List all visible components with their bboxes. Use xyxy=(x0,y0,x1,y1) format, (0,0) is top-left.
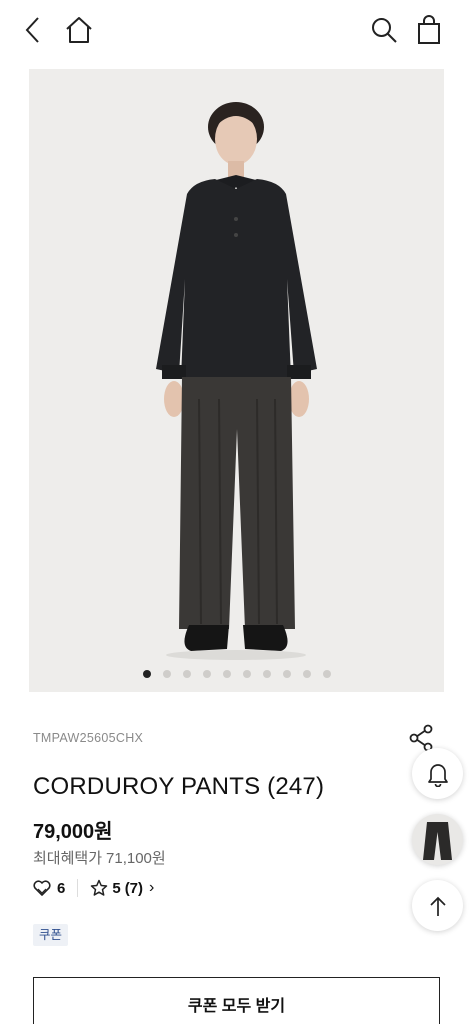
chevron-right-icon: › xyxy=(149,879,155,896)
recent-product-thumbnail[interactable] xyxy=(412,814,463,865)
heart-icon xyxy=(33,880,51,896)
get-all-coupons-button[interactable]: 쿠폰 모두 받기 xyxy=(33,977,440,1024)
arrow-up-icon xyxy=(429,896,446,916)
carousel-pagination xyxy=(29,670,444,678)
product-code: TMPAW25605CHX xyxy=(33,731,144,745)
like-button[interactable]: 6 xyxy=(33,880,65,897)
bell-icon xyxy=(427,763,448,787)
pants-thumbnail-image xyxy=(423,822,452,860)
back-chevron-icon xyxy=(25,17,39,43)
share-icon xyxy=(409,724,433,752)
max-benefit-price: 최대혜택가 71,100원 xyxy=(33,847,166,868)
carousel-dot[interactable] xyxy=(302,670,311,678)
search-icon xyxy=(372,18,397,43)
home-button[interactable] xyxy=(63,14,95,46)
carousel-dot[interactable] xyxy=(222,670,231,678)
cart-button[interactable] xyxy=(413,14,445,46)
scroll-to-top-button[interactable] xyxy=(412,880,463,931)
carousel-dot[interactable] xyxy=(162,670,171,678)
carousel-dot[interactable] xyxy=(242,670,251,678)
carousel-dot[interactable] xyxy=(202,670,211,678)
search-button[interactable] xyxy=(368,14,400,46)
coupon-badge: 쿠폰 xyxy=(33,924,69,946)
product-photo xyxy=(156,102,317,660)
max-benefit-label: 최대혜택가 xyxy=(33,850,103,867)
product-image-carousel[interactable] xyxy=(29,69,444,692)
like-count: 6 xyxy=(57,879,66,897)
carousel-dot[interactable] xyxy=(182,670,191,678)
review-count: (7) xyxy=(124,879,144,897)
carousel-dot[interactable] xyxy=(262,670,271,678)
home-icon xyxy=(66,17,92,43)
top-navigation-bar xyxy=(0,0,473,62)
product-title: CORDUROY PANTS (247) xyxy=(33,773,325,800)
carousel-dot[interactable] xyxy=(142,670,151,678)
carousel-dot[interactable] xyxy=(282,670,291,678)
product-price: 79,000원 xyxy=(33,821,113,843)
rating-value: 5 xyxy=(112,879,121,897)
meta-divider xyxy=(77,879,79,897)
max-benefit-value: 71,100원 xyxy=(106,850,166,867)
back-button[interactable] xyxy=(17,14,49,46)
carousel-dot[interactable] xyxy=(322,670,331,678)
shopping-bag-icon xyxy=(418,15,440,44)
product-meta: 6 5 (7) › xyxy=(33,879,154,897)
notification-button[interactable] xyxy=(412,748,463,799)
star-icon xyxy=(91,879,108,896)
rating-link[interactable]: 5 (7) › xyxy=(90,879,154,897)
